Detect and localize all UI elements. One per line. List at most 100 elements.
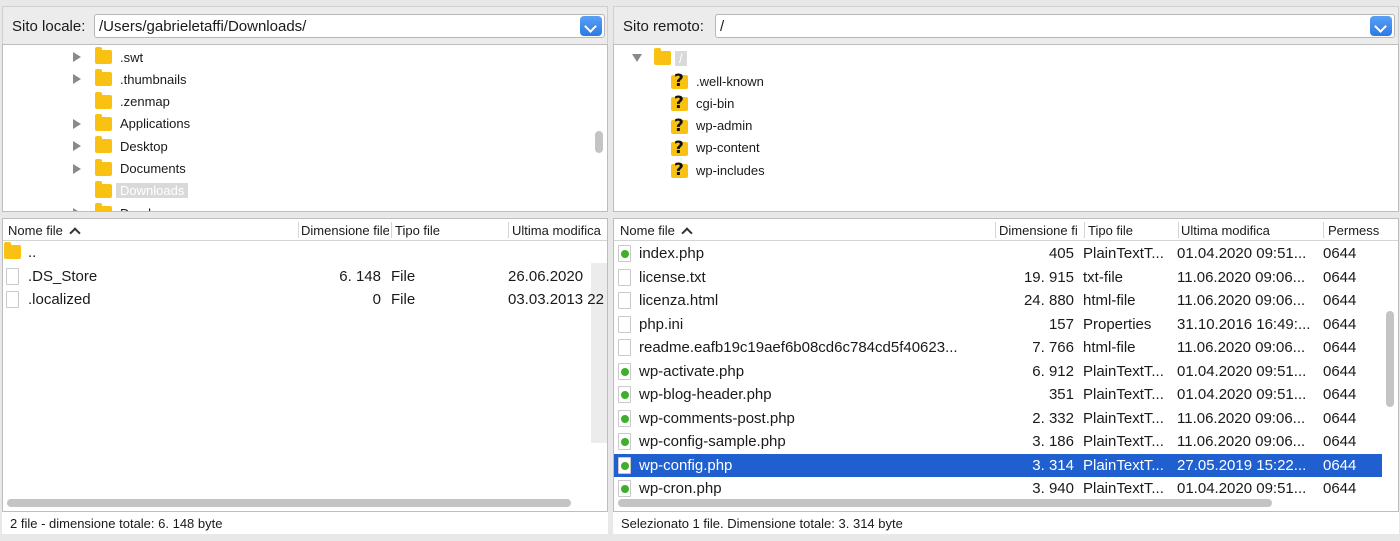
tree-item[interactable]: ? wp-admin [671,115,752,137]
remote-col-permissions[interactable]: Permess [1328,223,1384,238]
expand-arrow-icon[interactable] [73,74,81,85]
file-perm: 0644 [1323,339,1357,356]
tree-item[interactable]: .thumbnails [71,68,186,90]
remote-status-text: Selezionato 1 file. Dimensione totale: 3… [621,516,903,531]
file-modified: 03.03.2013 22 [508,291,604,308]
file-size: 2. 332 [1032,409,1074,427]
remote-list-hscrollbar[interactable] [618,499,1272,507]
file-name: licenza.html [639,292,719,309]
tree-item[interactable]: Desktop [71,135,168,157]
remote-tree-root[interactable]: / [632,47,687,69]
remote-col-modified[interactable]: Ultima modifica [1181,223,1321,238]
file-modified: 11.06.2020 09:06... [1177,268,1306,286]
remote-path-value[interactable]: / [720,18,724,35]
column-divider[interactable] [995,222,996,238]
file-row[interactable]: wp-config-sample.php 3. 186 PlainTextT... 1… [614,430,1382,453]
expand-arrow-icon[interactable] [73,163,81,174]
local-directory-tree: .swt .thumbnails .zenmap Applications Deskto… [2,44,608,212]
file-row[interactable]: wp-blog-header.php 351 PlainTextT... 01.04.… [614,383,1382,406]
chevron-down-icon[interactable] [580,16,602,36]
local-site-bar: Sito locale: /Users/gabrieletaffi/Downlo… [2,6,608,44]
tree-item-label[interactable]: Documents [120,161,186,176]
remote-site-bar: Sito remoto: / [613,6,1399,44]
tree-item[interactable]: .swt [71,46,143,68]
expand-arrow-icon[interactable] [73,118,81,129]
file-row[interactable]: .. [3,241,607,264]
local-list-hscrollbar[interactable] [7,499,571,507]
tree-item[interactable]: Downloads [71,180,189,202]
local-site-label: Sito locale: [12,18,86,35]
column-divider[interactable] [298,222,299,238]
remote-col-size[interactable]: Dimensione fi [999,223,1084,238]
tree-item-label[interactable]: .well-known [696,74,764,89]
remote-path-combo[interactable]: / [715,14,1395,38]
unknown-folder-icon: ? [671,93,688,113]
file-name: wp-blog-header.php [639,386,772,403]
file-row[interactable]: wp-cron.php 3. 940 PlainTextT... 01.04.2020… [614,477,1382,500]
local-col-size[interactable]: Dimensione file [301,223,389,238]
column-divider[interactable] [1323,222,1324,238]
tree-item-label[interactable]: Downloads [116,183,189,199]
column-divider[interactable] [1084,222,1085,238]
file-name: wp-config.php [639,456,733,474]
file-row[interactable]: php.ini 157 Properties 31.10.2016 16:49:...… [614,313,1382,336]
tree-item[interactable]: ? cgi-bin [671,92,734,114]
expand-arrow-icon[interactable] [73,52,81,62]
file-row[interactable]: .DS_Store 6. 148 File 26.06.2020 [3,265,607,288]
tree-item-label[interactable]: Dropbox [120,206,169,211]
tree-item-label[interactable]: cgi-bin [696,96,734,111]
file-name: index.php [639,245,705,262]
file-type: PlainTextT... [1083,409,1164,427]
column-divider[interactable] [391,222,392,238]
file-row[interactable]: license.txt 19. 915 txt-file 11.06.2020 09:… [614,266,1382,289]
tree-item-label[interactable]: wp-content [696,140,760,155]
tree-item[interactable]: Dropbox [71,202,169,211]
collapse-arrow-icon[interactable] [632,54,642,62]
tree-item-label[interactable]: wp-includes [696,163,765,178]
tree-item-label[interactable]: .zenmap [120,94,170,109]
tree-item[interactable]: Documents [71,158,186,180]
file-modified: 31.10.2016 16:49:... [1177,315,1311,333]
tree-item[interactable]: ? .well-known [671,70,764,92]
local-list-header: Nome file Dimensione file Tipo file Ulti… [3,219,607,241]
file-name: .DS_Store [28,267,98,285]
tree-item-label[interactable]: Applications [120,116,190,131]
local-col-name[interactable]: Nome file [8,223,298,238]
file-row[interactable]: .localized 0 File 03.03.2013 22 [3,288,607,311]
remote-col-name[interactable]: Nome file [620,223,990,238]
remote-list-scrollbar[interactable] [1386,311,1394,407]
file-row[interactable]: readme.eafb19c19aef6b08cd6c784cd5f40623.… [614,336,1382,359]
file-row[interactable]: index.php 405 PlainTextT... 01.04.2020 09:5… [614,242,1382,265]
local-tree-scrollbar[interactable] [595,131,603,153]
remote-site-label: Sito remoto: [623,18,704,35]
tree-item[interactable]: .zenmap [71,91,170,113]
file-row[interactable]: wp-comments-post.php 2. 332 PlainTextT... 1… [614,407,1382,430]
file-row[interactable]: wp-config.php 3. 314 PlainTextT... 27.05.20… [614,453,1382,477]
local-col-type[interactable]: Tipo file [395,223,505,238]
remote-col-type[interactable]: Tipo file [1088,223,1176,238]
chevron-down-icon[interactable] [1370,16,1392,36]
file-row[interactable]: wp-activate.php 6. 912 PlainTextT... 01.04.… [614,360,1382,383]
column-divider[interactable] [1178,222,1179,238]
tree-item[interactable]: ? wp-includes [671,159,765,181]
file-modified: 11.06.2020 09:06... [1177,409,1306,427]
expand-arrow-icon[interactable] [73,208,81,211]
tree-item-label[interactable]: .swt [120,50,143,65]
tree-item[interactable]: ? wp-content [671,137,760,159]
tree-item-label[interactable]: wp-admin [696,118,752,133]
file-size: 6. 912 [1032,362,1074,380]
tree-item-label[interactable]: .thumbnails [120,72,186,87]
file-modified: 27.05.2019 15:22... [1177,456,1307,474]
remote-directory-tree: / ? .well-known? cgi-bin ? wp-admin? wp-conte… [613,44,1399,212]
tree-item-label[interactable]: Desktop [120,139,168,154]
file-perm: 0644 [1323,456,1357,474]
local-path-value[interactable]: /Users/gabrieletaffi/Downloads/ [99,18,306,35]
column-divider[interactable] [508,222,509,238]
local-col-modified[interactable]: Ultima modifica [512,223,607,238]
expand-arrow-icon[interactable] [73,141,81,152]
local-path-combo[interactable]: /Users/gabrieletaffi/Downloads/ [94,14,605,38]
file-row[interactable]: licenza.html 24. 880 html-file 11.06.2020 0… [614,289,1382,312]
tree-item[interactable]: Applications [71,113,190,135]
remote-root-label[interactable]: / [675,50,687,66]
file-perm: 0644 [1323,245,1357,262]
